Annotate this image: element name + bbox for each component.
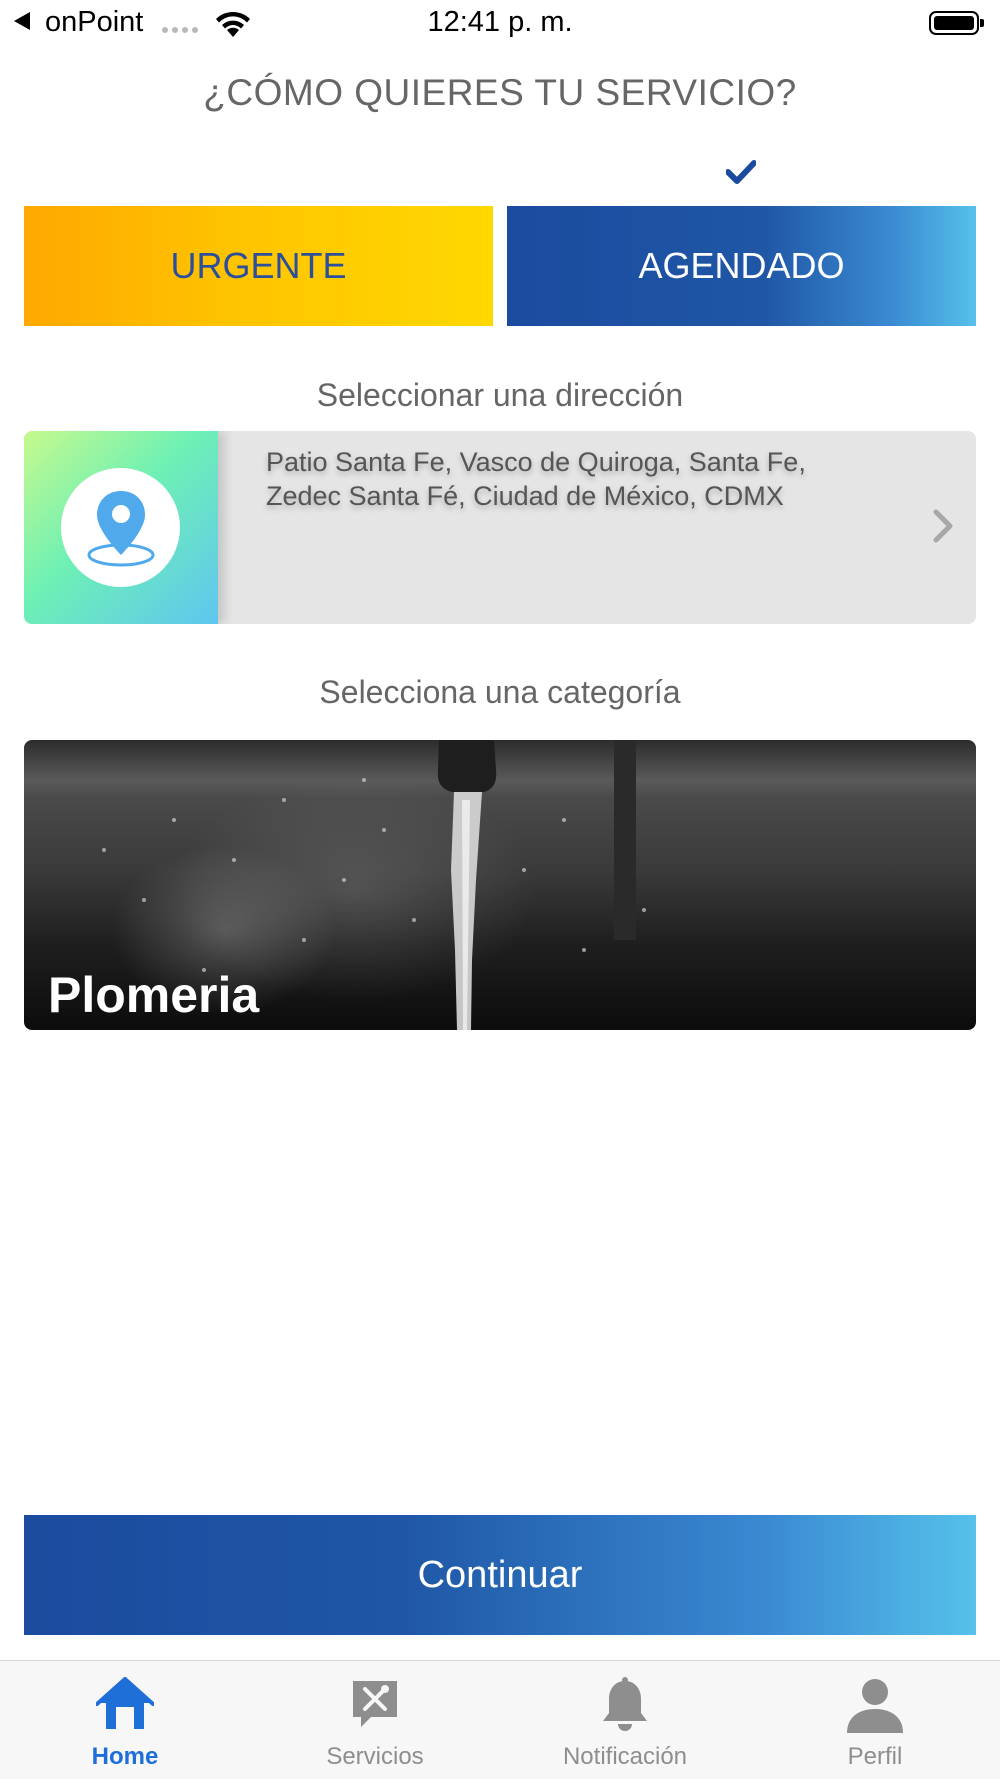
scheduled-button[interactable]: AGENDADO — [507, 206, 976, 326]
category-name: Plomeria — [48, 967, 260, 1023]
checkmark-icon — [726, 160, 756, 184]
battery-icon — [929, 11, 984, 35]
tab-home[interactable]: Home — [0, 1661, 250, 1779]
address-text: Patio Santa Fe, Vasco de Quiroga, Santa … — [266, 447, 806, 511]
bell-icon — [603, 1677, 647, 1731]
person-icon — [847, 1679, 903, 1733]
tab-notificacion-label: Notificación — [562, 1743, 688, 1770]
chevron-right-icon — [933, 509, 953, 543]
address-section-label: Seleccionar una dirección — [316, 377, 684, 413]
tab-notificacion[interactable]: Notificación — [500, 1661, 750, 1779]
urgent-button[interactable]: URGENTE — [24, 206, 493, 326]
category-section-label: Selecciona una categoría — [319, 674, 681, 710]
page-title: ¿CÓMO QUIERES TU SERVICIO? — [203, 72, 797, 113]
tab-servicios-label: Servicios — [326, 1743, 424, 1770]
location-pin-icon — [87, 490, 154, 566]
tab-servicios[interactable]: Servicios — [250, 1661, 500, 1779]
address-thumbnail — [24, 431, 218, 624]
tab-home-label: Home — [91, 1743, 159, 1770]
tab-perfil-label: Perfil — [847, 1743, 903, 1770]
tab-perfil[interactable]: Perfil — [750, 1661, 1000, 1779]
tools-icon — [353, 1681, 397, 1727]
address-card[interactable]: Patio Santa Fe, Vasco de Quiroga, Santa … — [24, 431, 976, 624]
status-bar: onPoint 12:41 p. m. — [0, 0, 1000, 50]
home-icon — [96, 1677, 154, 1729]
tab-bar: Home Servicios Notificación Perfil — [0, 1660, 1000, 1779]
status-time: 12:41 p. m. — [427, 6, 573, 38]
category-card-plomeria[interactable]: Plomeria — [24, 740, 976, 1030]
continue-button[interactable]: Continuar — [24, 1515, 976, 1635]
